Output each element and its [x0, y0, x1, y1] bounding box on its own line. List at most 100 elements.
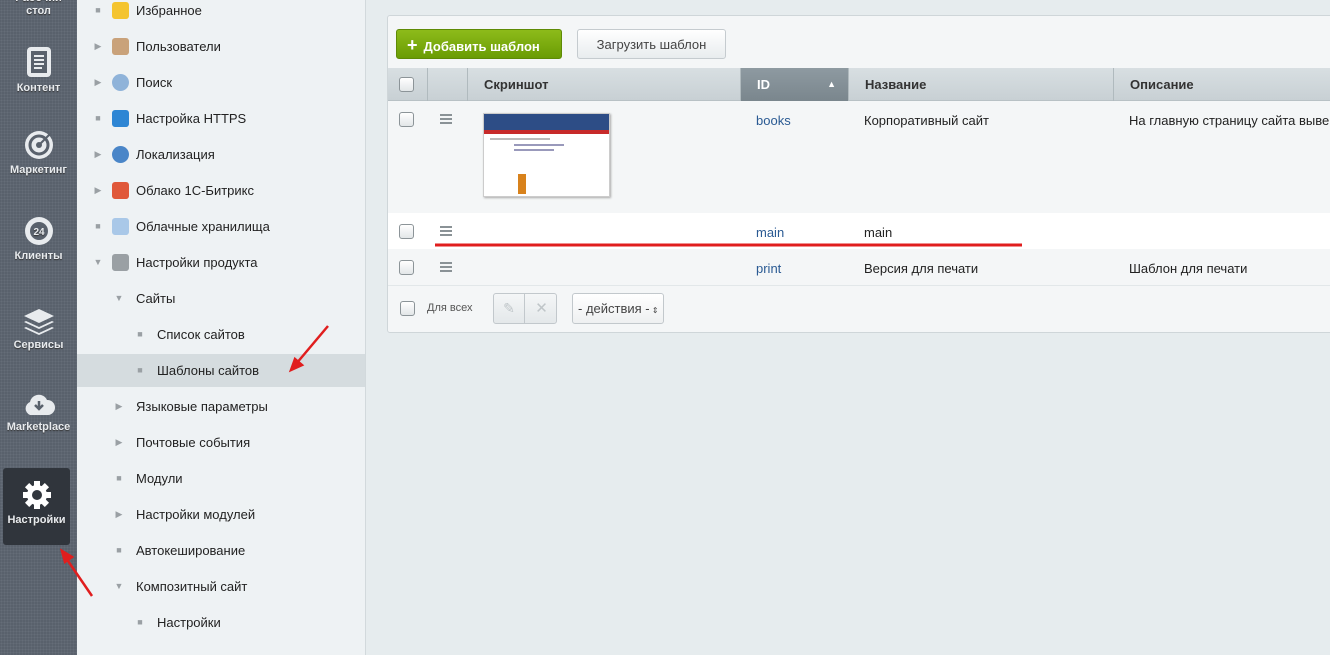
template-id-link[interactable]: main [756, 225, 784, 240]
menu-item[interactable]: ■ Список сайтов [77, 318, 365, 351]
header-name[interactable]: Название [848, 68, 1113, 101]
menu-item[interactable]: ■ Избранное [77, 0, 365, 27]
nav-content[interactable]: Контент [0, 46, 77, 94]
row-checkbox[interactable] [399, 260, 414, 275]
collapsed-arrow-icon[interactable]: ▶ [114, 390, 124, 423]
bullet-icon: ■ [137, 617, 143, 627]
document-icon [26, 47, 51, 77]
row-checkbox[interactable] [399, 112, 414, 127]
header-drag [427, 68, 467, 101]
menu-item[interactable]: ▼ Композитный сайт [77, 570, 365, 603]
cloud-download-icon [25, 394, 55, 415]
nav-marketing[interactable]: Маркетинг [0, 130, 77, 176]
menu-item-label: Локализация [136, 147, 215, 162]
menu-item-label: Настройки [157, 615, 221, 630]
menu-item-label: Список сайтов [157, 327, 245, 342]
menu-item[interactable]: ▶ Локализация [77, 138, 365, 171]
menu-item[interactable]: ▶ Языковые параметры [77, 390, 365, 423]
menu-item[interactable]: ■ Облачные хранилища [77, 210, 365, 243]
menu-item-label: Сайты [136, 291, 176, 306]
template-screenshot-thumbnail[interactable] [483, 113, 610, 197]
search-icon [112, 74, 129, 91]
actions-select[interactable]: - действия - ⇕ [572, 293, 664, 324]
delete-x-icon[interactable]: ✕ [526, 294, 557, 323]
nav-desktop[interactable]: Рабочий стол [0, 0, 77, 18]
collapsed-arrow-icon[interactable]: ▶ [93, 30, 103, 63]
drag-handle-icon[interactable] [440, 114, 452, 124]
star-icon [112, 2, 129, 19]
sort-asc-icon: ▲ [827, 79, 836, 89]
gear-icon [112, 254, 129, 271]
template-description: Шаблон для печати [1129, 261, 1248, 276]
collapsed-arrow-icon[interactable]: ▶ [114, 498, 124, 531]
nav-services[interactable]: Сервисы [0, 307, 77, 351]
user-icon [112, 38, 129, 55]
lock-icon [112, 110, 129, 127]
menu-item[interactable]: ■ Настройки [77, 606, 365, 639]
menu-item[interactable]: ■ Настройка HTTPS [77, 102, 365, 135]
bullet-icon: ■ [137, 329, 143, 339]
bullet-icon: ■ [116, 545, 122, 555]
menu-item[interactable]: ▶ Поиск [77, 66, 365, 99]
plus-icon: + [407, 35, 418, 55]
menu-item-label: Настройка HTTPS [136, 111, 247, 126]
svg-text:24: 24 [33, 227, 45, 238]
settings-menu: ■ Избранное ▶ Пользователи ▶ Поиск ■ Настройка … [77, 0, 366, 655]
menu-item-label: Облако 1С-Битрикс [136, 183, 254, 198]
header-id[interactable]: ID ▲ [740, 68, 848, 101]
globe-icon [112, 146, 129, 163]
row-checkbox[interactable] [399, 224, 414, 239]
edit-pencil-icon[interactable]: ✎ [494, 294, 525, 323]
menu-item[interactable]: ■ Автокеширование [77, 534, 365, 567]
table-row[interactable]: main main [388, 213, 1330, 249]
menu-item-label: Избранное [136, 3, 202, 18]
menu-item-label: Пользователи [136, 39, 221, 54]
add-template-button[interactable]: + Добавить шаблон [396, 29, 562, 59]
menu-item-label: Шаблоны сайтов [157, 363, 260, 378]
nav-settings[interactable]: Настройки [3, 468, 70, 545]
nav-marketplace[interactable]: Marketplace [0, 393, 77, 433]
drag-handle-icon[interactable] [440, 262, 452, 272]
menu-item-label: Настройки продукта [136, 255, 258, 270]
collapsed-arrow-icon[interactable]: ▶ [114, 426, 124, 459]
template-id-link[interactable]: print [756, 261, 781, 276]
bulk-action-buttons: ✎ ✕ [493, 293, 557, 324]
collapsed-arrow-icon[interactable]: ▶ [93, 138, 103, 171]
templates-panel: + Добавить шаблон Загрузить шаблон Скринш… [387, 15, 1330, 333]
menu-item-label: Почтовые события [136, 435, 251, 450]
menu-item[interactable]: ▼ Настройки продукта [77, 246, 365, 279]
nav-clients[interactable]: 24 Клиенты [0, 216, 77, 262]
menu-item[interactable]: ▶ Облако 1С-Битрикс [77, 174, 365, 207]
collapsed-arrow-icon[interactable]: ▶ [93, 174, 103, 207]
template-id-link[interactable]: books [756, 113, 791, 128]
menu-item[interactable]: ■ Шаблоны сайтов [77, 354, 365, 387]
header-screenshot[interactable]: Скриншот [467, 68, 740, 101]
layers-icon [23, 309, 54, 335]
menu-item[interactable]: ▶ Настройки модулей [77, 498, 365, 531]
table-row[interactable]: print Версия для печати Шаблон для печат… [388, 249, 1330, 286]
expanded-arrow-icon[interactable]: ▼ [114, 282, 124, 315]
menu-item[interactable]: ▼ Сайты [77, 282, 365, 315]
collapsed-arrow-icon[interactable]: ▶ [93, 66, 103, 99]
menu-item-label: Поиск [136, 75, 173, 90]
cloud-icon [112, 182, 129, 199]
menu-item-label: Композитный сайт [136, 579, 248, 594]
drag-handle-icon[interactable] [440, 226, 452, 236]
menu-item[interactable]: ▶ Почтовые события [77, 426, 365, 459]
menu-item-label: Облачные хранилища [136, 219, 270, 234]
bullet-icon: ■ [95, 221, 101, 231]
template-name: Версия для печати [864, 261, 979, 276]
for-all-checkbox[interactable] [400, 301, 415, 316]
gear-icon [22, 481, 51, 509]
select-all-checkbox[interactable] [399, 77, 414, 92]
menu-item[interactable]: ■ Модули [77, 462, 365, 495]
menu-item[interactable]: ▶ Пользователи [77, 30, 365, 63]
menu-item-label: Модули [136, 471, 183, 486]
table-row[interactable]: books Корпоративный сайт На главную стра… [388, 101, 1330, 213]
expanded-arrow-icon[interactable]: ▼ [93, 246, 103, 279]
expanded-arrow-icon[interactable]: ▼ [114, 570, 124, 603]
header-description[interactable]: Описание [1113, 68, 1330, 101]
for-all-label: Для всех [427, 302, 473, 314]
upload-template-button[interactable]: Загрузить шаблон [577, 29, 726, 59]
menu-item-label: Языковые параметры [136, 399, 268, 414]
